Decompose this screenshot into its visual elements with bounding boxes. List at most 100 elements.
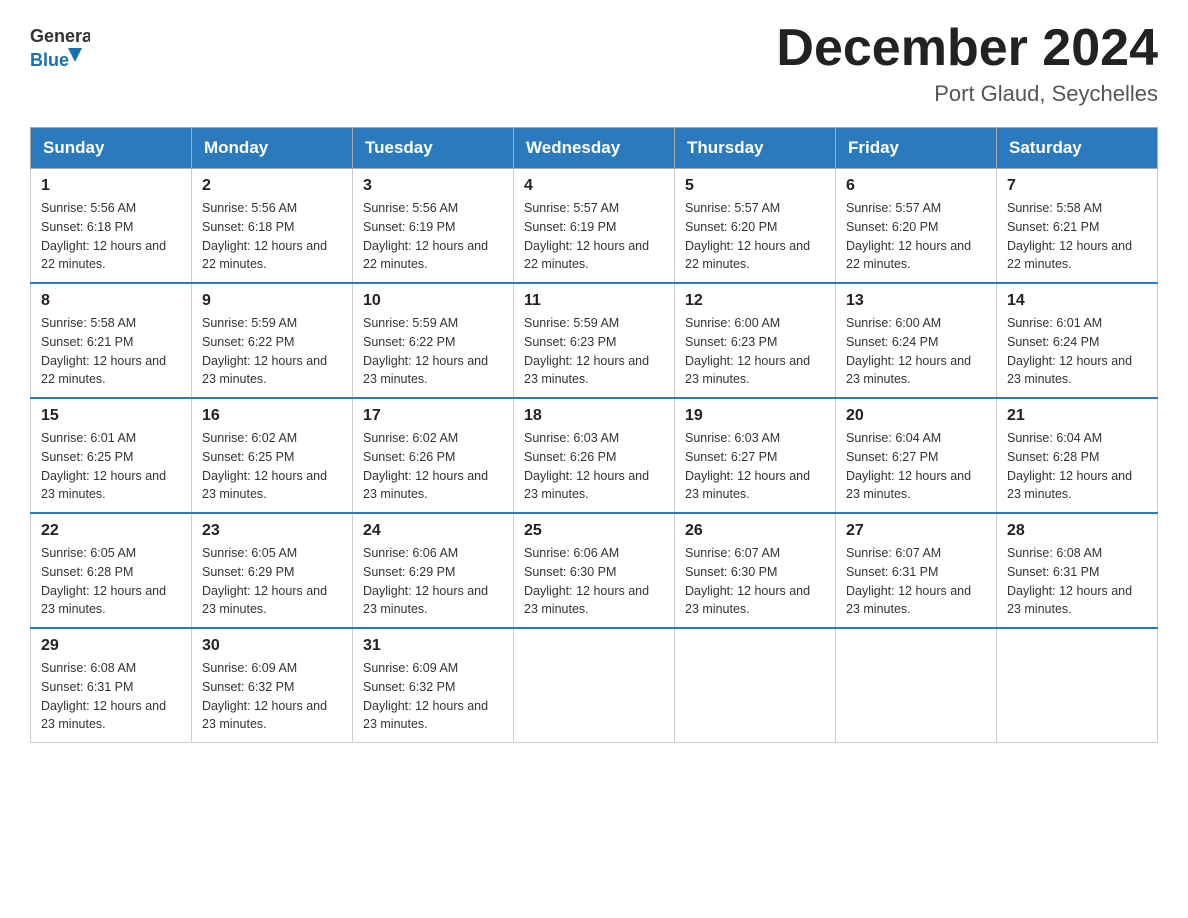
day-info: Sunrise: 6:07 AMSunset: 6:30 PMDaylight:… <box>685 544 825 619</box>
location-title: Port Glaud, Seychelles <box>776 81 1158 107</box>
day-info: Sunrise: 6:06 AMSunset: 6:30 PMDaylight:… <box>524 544 664 619</box>
day-number: 21 <box>1007 407 1147 425</box>
day-info: Sunrise: 5:56 AMSunset: 6:18 PMDaylight:… <box>41 199 181 274</box>
day-info: Sunrise: 5:59 AMSunset: 6:22 PMDaylight:… <box>363 314 503 389</box>
day-info: Sunrise: 6:05 AMSunset: 6:28 PMDaylight:… <box>41 544 181 619</box>
day-number: 3 <box>363 177 503 195</box>
calendar-cell: 31Sunrise: 6:09 AMSunset: 6:32 PMDayligh… <box>353 628 514 743</box>
calendar-cell: 16Sunrise: 6:02 AMSunset: 6:25 PMDayligh… <box>192 398 353 513</box>
calendar-cell: 14 Sunrise: 6:01 AMSunset: 6:24 PMDayligh… <box>997 283 1158 398</box>
day-number: 27 <box>846 522 986 540</box>
calendar-week-row: 29 Sunrise: 6:08 AMSunset: 6:31 PMDayligh… <box>31 628 1158 743</box>
calendar-cell: 17Sunrise: 6:02 AMSunset: 6:26 PMDayligh… <box>353 398 514 513</box>
day-number: 22 <box>41 522 181 540</box>
day-info: Sunrise: 6:02 AMSunset: 6:25 PMDaylight:… <box>202 429 342 504</box>
day-info: Sunrise: 5:57 AMSunset: 6:20 PMDaylight:… <box>846 199 986 274</box>
title-area: December 2024 Port Glaud, Seychelles <box>776 20 1158 107</box>
calendar-cell: 3 Sunrise: 5:56 AMSunset: 6:19 PMDaylight… <box>353 169 514 284</box>
day-info: Sunrise: 6:01 AMSunset: 6:25 PMDaylight:… <box>41 429 181 504</box>
day-info: Sunrise: 6:04 AMSunset: 6:28 PMDaylight:… <box>1007 429 1147 504</box>
calendar-cell: 7 Sunrise: 5:58 AMSunset: 6:21 PMDaylight… <box>997 169 1158 284</box>
calendar-cell <box>514 628 675 743</box>
calendar-cell: 27 Sunrise: 6:07 AMSunset: 6:31 PMDayligh… <box>836 513 997 628</box>
calendar-cell: 24 Sunrise: 6:06 AMSunset: 6:29 PMDayligh… <box>353 513 514 628</box>
day-info: Sunrise: 5:59 AMSunset: 6:23 PMDaylight:… <box>524 314 664 389</box>
day-number: 4 <box>524 177 664 195</box>
day-number: 28 <box>1007 522 1147 540</box>
day-info: Sunrise: 6:09 AMSunset: 6:32 PMDaylight:… <box>202 659 342 734</box>
calendar-cell: 8 Sunrise: 5:58 AMSunset: 6:21 PMDaylight… <box>31 283 192 398</box>
calendar-cell: 5 Sunrise: 5:57 AMSunset: 6:20 PMDaylight… <box>675 169 836 284</box>
calendar-week-row: 22 Sunrise: 6:05 AMSunset: 6:28 PMDayligh… <box>31 513 1158 628</box>
day-info: Sunrise: 6:07 AMSunset: 6:31 PMDaylight:… <box>846 544 986 619</box>
calendar-cell: 10 Sunrise: 5:59 AMSunset: 6:22 PMDayligh… <box>353 283 514 398</box>
day-number: 23 <box>202 522 342 540</box>
calendar-week-row: 8 Sunrise: 5:58 AMSunset: 6:21 PMDaylight… <box>31 283 1158 398</box>
weekday-header-thursday: Thursday <box>675 128 836 169</box>
day-number: 7 <box>1007 177 1147 195</box>
weekday-header-saturday: Saturday <box>997 128 1158 169</box>
calendar-cell: 20 Sunrise: 6:04 AMSunset: 6:27 PMDayligh… <box>836 398 997 513</box>
day-number: 10 <box>363 292 503 310</box>
day-number: 6 <box>846 177 986 195</box>
day-number: 15 <box>41 407 181 425</box>
day-info: Sunrise: 6:00 AMSunset: 6:24 PMDaylight:… <box>846 314 986 389</box>
day-number: 11 <box>524 292 664 310</box>
day-number: 25 <box>524 522 664 540</box>
day-number: 18 <box>524 407 664 425</box>
day-info: Sunrise: 6:04 AMSunset: 6:27 PMDaylight:… <box>846 429 986 504</box>
calendar-cell: 22 Sunrise: 6:05 AMSunset: 6:28 PMDayligh… <box>31 513 192 628</box>
logo: General Blue <box>30 20 90 75</box>
calendar-cell: 6 Sunrise: 5:57 AMSunset: 6:20 PMDaylight… <box>836 169 997 284</box>
calendar-cell: 21 Sunrise: 6:04 AMSunset: 6:28 PMDayligh… <box>997 398 1158 513</box>
day-info: Sunrise: 5:57 AMSunset: 6:20 PMDaylight:… <box>685 199 825 274</box>
day-info: Sunrise: 6:03 AMSunset: 6:27 PMDaylight:… <box>685 429 825 504</box>
day-info: Sunrise: 5:58 AMSunset: 6:21 PMDaylight:… <box>1007 199 1147 274</box>
svg-text:Blue: Blue <box>30 50 69 70</box>
month-title: December 2024 <box>776 20 1158 77</box>
day-info: Sunrise: 6:03 AMSunset: 6:26 PMDaylight:… <box>524 429 664 504</box>
weekday-header-friday: Friday <box>836 128 997 169</box>
weekday-header-monday: Monday <box>192 128 353 169</box>
calendar-cell: 26Sunrise: 6:07 AMSunset: 6:30 PMDayligh… <box>675 513 836 628</box>
calendar-cell: 30Sunrise: 6:09 AMSunset: 6:32 PMDayligh… <box>192 628 353 743</box>
day-number: 1 <box>41 177 181 195</box>
day-number: 24 <box>363 522 503 540</box>
calendar-cell: 4Sunrise: 5:57 AMSunset: 6:19 PMDaylight… <box>514 169 675 284</box>
day-info: Sunrise: 6:09 AMSunset: 6:32 PMDaylight:… <box>363 659 503 734</box>
weekday-header-tuesday: Tuesday <box>353 128 514 169</box>
day-number: 13 <box>846 292 986 310</box>
day-number: 8 <box>41 292 181 310</box>
day-info: Sunrise: 5:58 AMSunset: 6:21 PMDaylight:… <box>41 314 181 389</box>
day-number: 14 <box>1007 292 1147 310</box>
calendar-cell: 23 Sunrise: 6:05 AMSunset: 6:29 PMDayligh… <box>192 513 353 628</box>
calendar-cell: 9Sunrise: 5:59 AMSunset: 6:22 PMDaylight… <box>192 283 353 398</box>
day-info: Sunrise: 6:08 AMSunset: 6:31 PMDaylight:… <box>41 659 181 734</box>
day-info: Sunrise: 6:08 AMSunset: 6:31 PMDaylight:… <box>1007 544 1147 619</box>
day-info: Sunrise: 6:00 AMSunset: 6:23 PMDaylight:… <box>685 314 825 389</box>
day-info: Sunrise: 6:02 AMSunset: 6:26 PMDaylight:… <box>363 429 503 504</box>
calendar-cell: 13 Sunrise: 6:00 AMSunset: 6:24 PMDayligh… <box>836 283 997 398</box>
calendar-cell: 1 Sunrise: 5:56 AMSunset: 6:18 PMDaylight… <box>31 169 192 284</box>
day-number: 19 <box>685 407 825 425</box>
day-info: Sunrise: 6:06 AMSunset: 6:29 PMDaylight:… <box>363 544 503 619</box>
calendar-cell: 28 Sunrise: 6:08 AMSunset: 6:31 PMDayligh… <box>997 513 1158 628</box>
day-info: Sunrise: 5:59 AMSunset: 6:22 PMDaylight:… <box>202 314 342 389</box>
calendar-cell <box>836 628 997 743</box>
calendar-cell: 15 Sunrise: 6:01 AMSunset: 6:25 PMDayligh… <box>31 398 192 513</box>
day-number: 29 <box>41 637 181 655</box>
calendar-cell <box>997 628 1158 743</box>
calendar-cell: 25 Sunrise: 6:06 AMSunset: 6:30 PMDayligh… <box>514 513 675 628</box>
weekday-header-wednesday: Wednesday <box>514 128 675 169</box>
day-info: Sunrise: 6:01 AMSunset: 6:24 PMDaylight:… <box>1007 314 1147 389</box>
day-info: Sunrise: 6:05 AMSunset: 6:29 PMDaylight:… <box>202 544 342 619</box>
day-number: 20 <box>846 407 986 425</box>
calendar-cell: 11 Sunrise: 5:59 AMSunset: 6:23 PMDayligh… <box>514 283 675 398</box>
logo-icon: General Blue <box>30 20 90 75</box>
day-info: Sunrise: 5:56 AMSunset: 6:18 PMDaylight:… <box>202 199 342 274</box>
calendar-cell: 18 Sunrise: 6:03 AMSunset: 6:26 PMDayligh… <box>514 398 675 513</box>
weekday-header-row: SundayMondayTuesdayWednesdayThursdayFrid… <box>31 128 1158 169</box>
day-number: 5 <box>685 177 825 195</box>
calendar-cell <box>675 628 836 743</box>
day-info: Sunrise: 5:56 AMSunset: 6:19 PMDaylight:… <box>363 199 503 274</box>
